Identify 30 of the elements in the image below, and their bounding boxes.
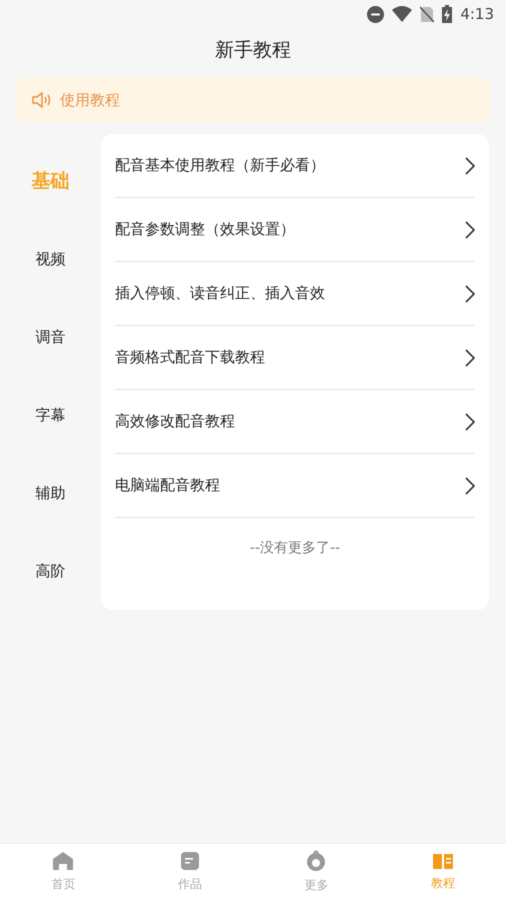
book-icon xyxy=(432,852,454,870)
clock-time: 4:13 xyxy=(460,4,494,25)
notice-text: 使用教程 xyxy=(60,90,120,111)
chevron-right-icon xyxy=(465,284,475,302)
page-title: 新手教程 xyxy=(215,38,291,63)
category-tab[interactable]: 字幕 xyxy=(36,404,66,426)
chevron-right-icon xyxy=(465,476,475,494)
tutorial-item[interactable]: 高效修改配音教程 xyxy=(115,390,475,454)
battery-charging-icon xyxy=(442,5,452,23)
category-tab[interactable]: 辅助 xyxy=(36,482,66,504)
no-sim-icon xyxy=(420,6,434,22)
chevron-right-icon xyxy=(465,348,475,366)
tutorial-item[interactable]: 电脑端配音教程 xyxy=(115,454,475,518)
speaker-icon xyxy=(32,92,52,108)
tutorial-item[interactable]: 插入停顿、读音纠正、插入音效 xyxy=(115,262,475,326)
chevron-right-icon xyxy=(465,156,475,174)
house-icon xyxy=(52,850,74,870)
list-end-text: --没有更多了-- xyxy=(250,539,340,558)
category-tab[interactable]: 调音 xyxy=(36,326,66,348)
do-not-disturb-icon xyxy=(367,6,384,22)
category-tab[interactable]: 高阶 xyxy=(36,560,66,582)
flame-circle-icon xyxy=(306,850,326,872)
tutorial-item[interactable]: 配音基本使用教程（新手必看） xyxy=(115,134,475,198)
chevron-right-icon xyxy=(465,220,475,238)
tutorial-item[interactable]: 配音参数调整（效果设置） xyxy=(115,198,475,262)
document-icon xyxy=(180,850,200,870)
chevron-right-icon xyxy=(465,412,475,430)
wifi-icon xyxy=(392,6,412,22)
tutorial-item[interactable]: 音频格式配音下载教程 xyxy=(115,326,475,390)
category-tab[interactable]: 视频 xyxy=(36,248,66,270)
